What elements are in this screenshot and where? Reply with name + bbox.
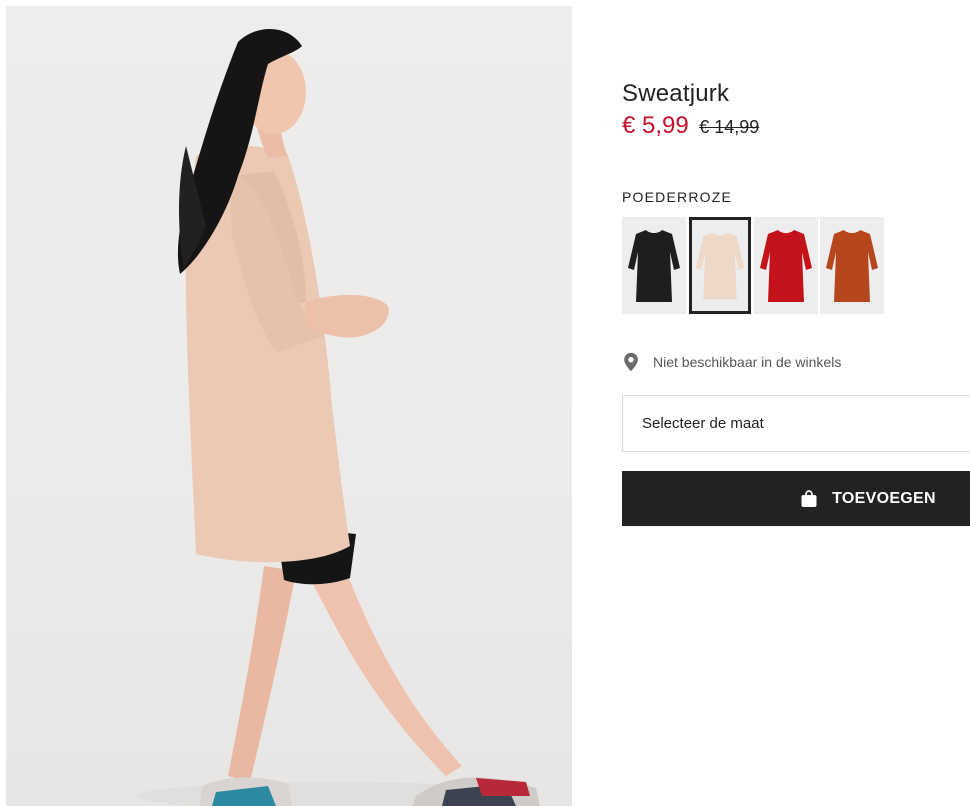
model-illustration <box>136 28 540 806</box>
rust-dress-thumbnail <box>826 229 878 302</box>
sale-price: € 5,99 <box>622 112 689 139</box>
size-selector-label: Selecteer de maat <box>642 415 764 432</box>
location-pin-icon <box>624 352 638 372</box>
swatch-dress-shape <box>695 232 745 299</box>
product-page: Sweatjurk € 5,99 € 14,99 POEDERROZE Niet… <box>0 0 970 806</box>
swatch-dress-shape <box>826 229 878 302</box>
store-availability: Niet beschikbaar in de winkels <box>622 352 841 372</box>
product-title: Sweatjurk <box>622 80 730 107</box>
red-dress-thumbnail <box>760 229 812 302</box>
selected-color-label: POEDERROZE <box>622 189 733 205</box>
size-selector[interactable]: Selecteer de maat <box>622 395 970 452</box>
swatch-dress-shape <box>628 229 680 302</box>
store-availability-text: Niet beschikbaar in de winkels <box>653 354 842 370</box>
product-info-panel: Sweatjurk € 5,99 € 14,99 POEDERROZE Niet… <box>622 0 970 806</box>
black-dress-thumbnail <box>628 229 680 302</box>
swatch-powder-pink[interactable] <box>689 217 751 314</box>
color-swatches <box>622 217 884 314</box>
add-to-bag-button[interactable]: TOEVOEGEN <box>622 471 970 526</box>
swatch-black[interactable] <box>622 217 686 314</box>
swatch-dress-shape <box>760 229 812 302</box>
original-price: € 14,99 <box>699 117 760 137</box>
swatch-rust[interactable] <box>820 217 884 314</box>
add-to-bag-label: TOEVOEGEN <box>832 489 936 507</box>
swatch-red[interactable] <box>754 217 818 314</box>
pink-dress-thumbnail <box>695 232 745 299</box>
product-photo[interactable] <box>6 6 572 806</box>
price-row: € 5,99 € 14,99 <box>622 112 759 140</box>
shopping-bag-icon <box>801 489 817 507</box>
